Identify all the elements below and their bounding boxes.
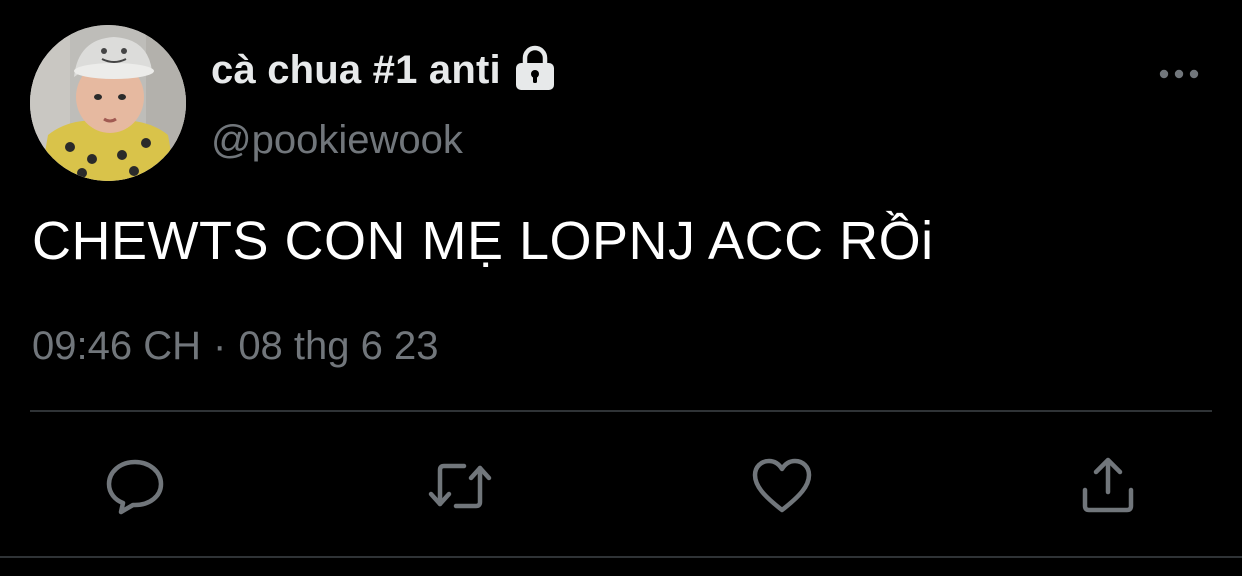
display-name-row: cà chua #1 anti bbox=[211, 40, 559, 100]
share-button[interactable] bbox=[1078, 456, 1138, 516]
tweet-text: CHEWTS CON MẸ LOPNJ ACC RỒi bbox=[32, 211, 934, 271]
reply-icon bbox=[106, 459, 164, 515]
display-name[interactable]: cà chua #1 anti bbox=[211, 48, 501, 93]
meta-separator: · bbox=[212, 324, 227, 368]
avatar[interactable] bbox=[30, 25, 186, 181]
reply-button[interactable] bbox=[105, 456, 165, 516]
retweet-icon bbox=[428, 463, 492, 509]
divider bbox=[30, 410, 1212, 412]
tweet-time: 09:46 CH bbox=[32, 324, 201, 368]
user-handle[interactable]: @pookiewook bbox=[211, 118, 463, 163]
like-button[interactable] bbox=[752, 456, 812, 516]
lock-icon bbox=[511, 44, 559, 92]
share-icon bbox=[1082, 457, 1134, 513]
bottom-divider bbox=[0, 556, 1242, 558]
tweet-detail: cà chua #1 anti @pookiewook CHEWTS CON M… bbox=[0, 0, 1242, 576]
tweet-date: 08 thg 6 23 bbox=[238, 324, 439, 368]
heart-icon bbox=[752, 458, 812, 513]
more-options-icon[interactable] bbox=[1156, 62, 1202, 86]
tweet-timestamp[interactable]: 09:46 CH · 08 thg 6 23 bbox=[32, 324, 439, 369]
retweet-button[interactable] bbox=[428, 456, 492, 516]
